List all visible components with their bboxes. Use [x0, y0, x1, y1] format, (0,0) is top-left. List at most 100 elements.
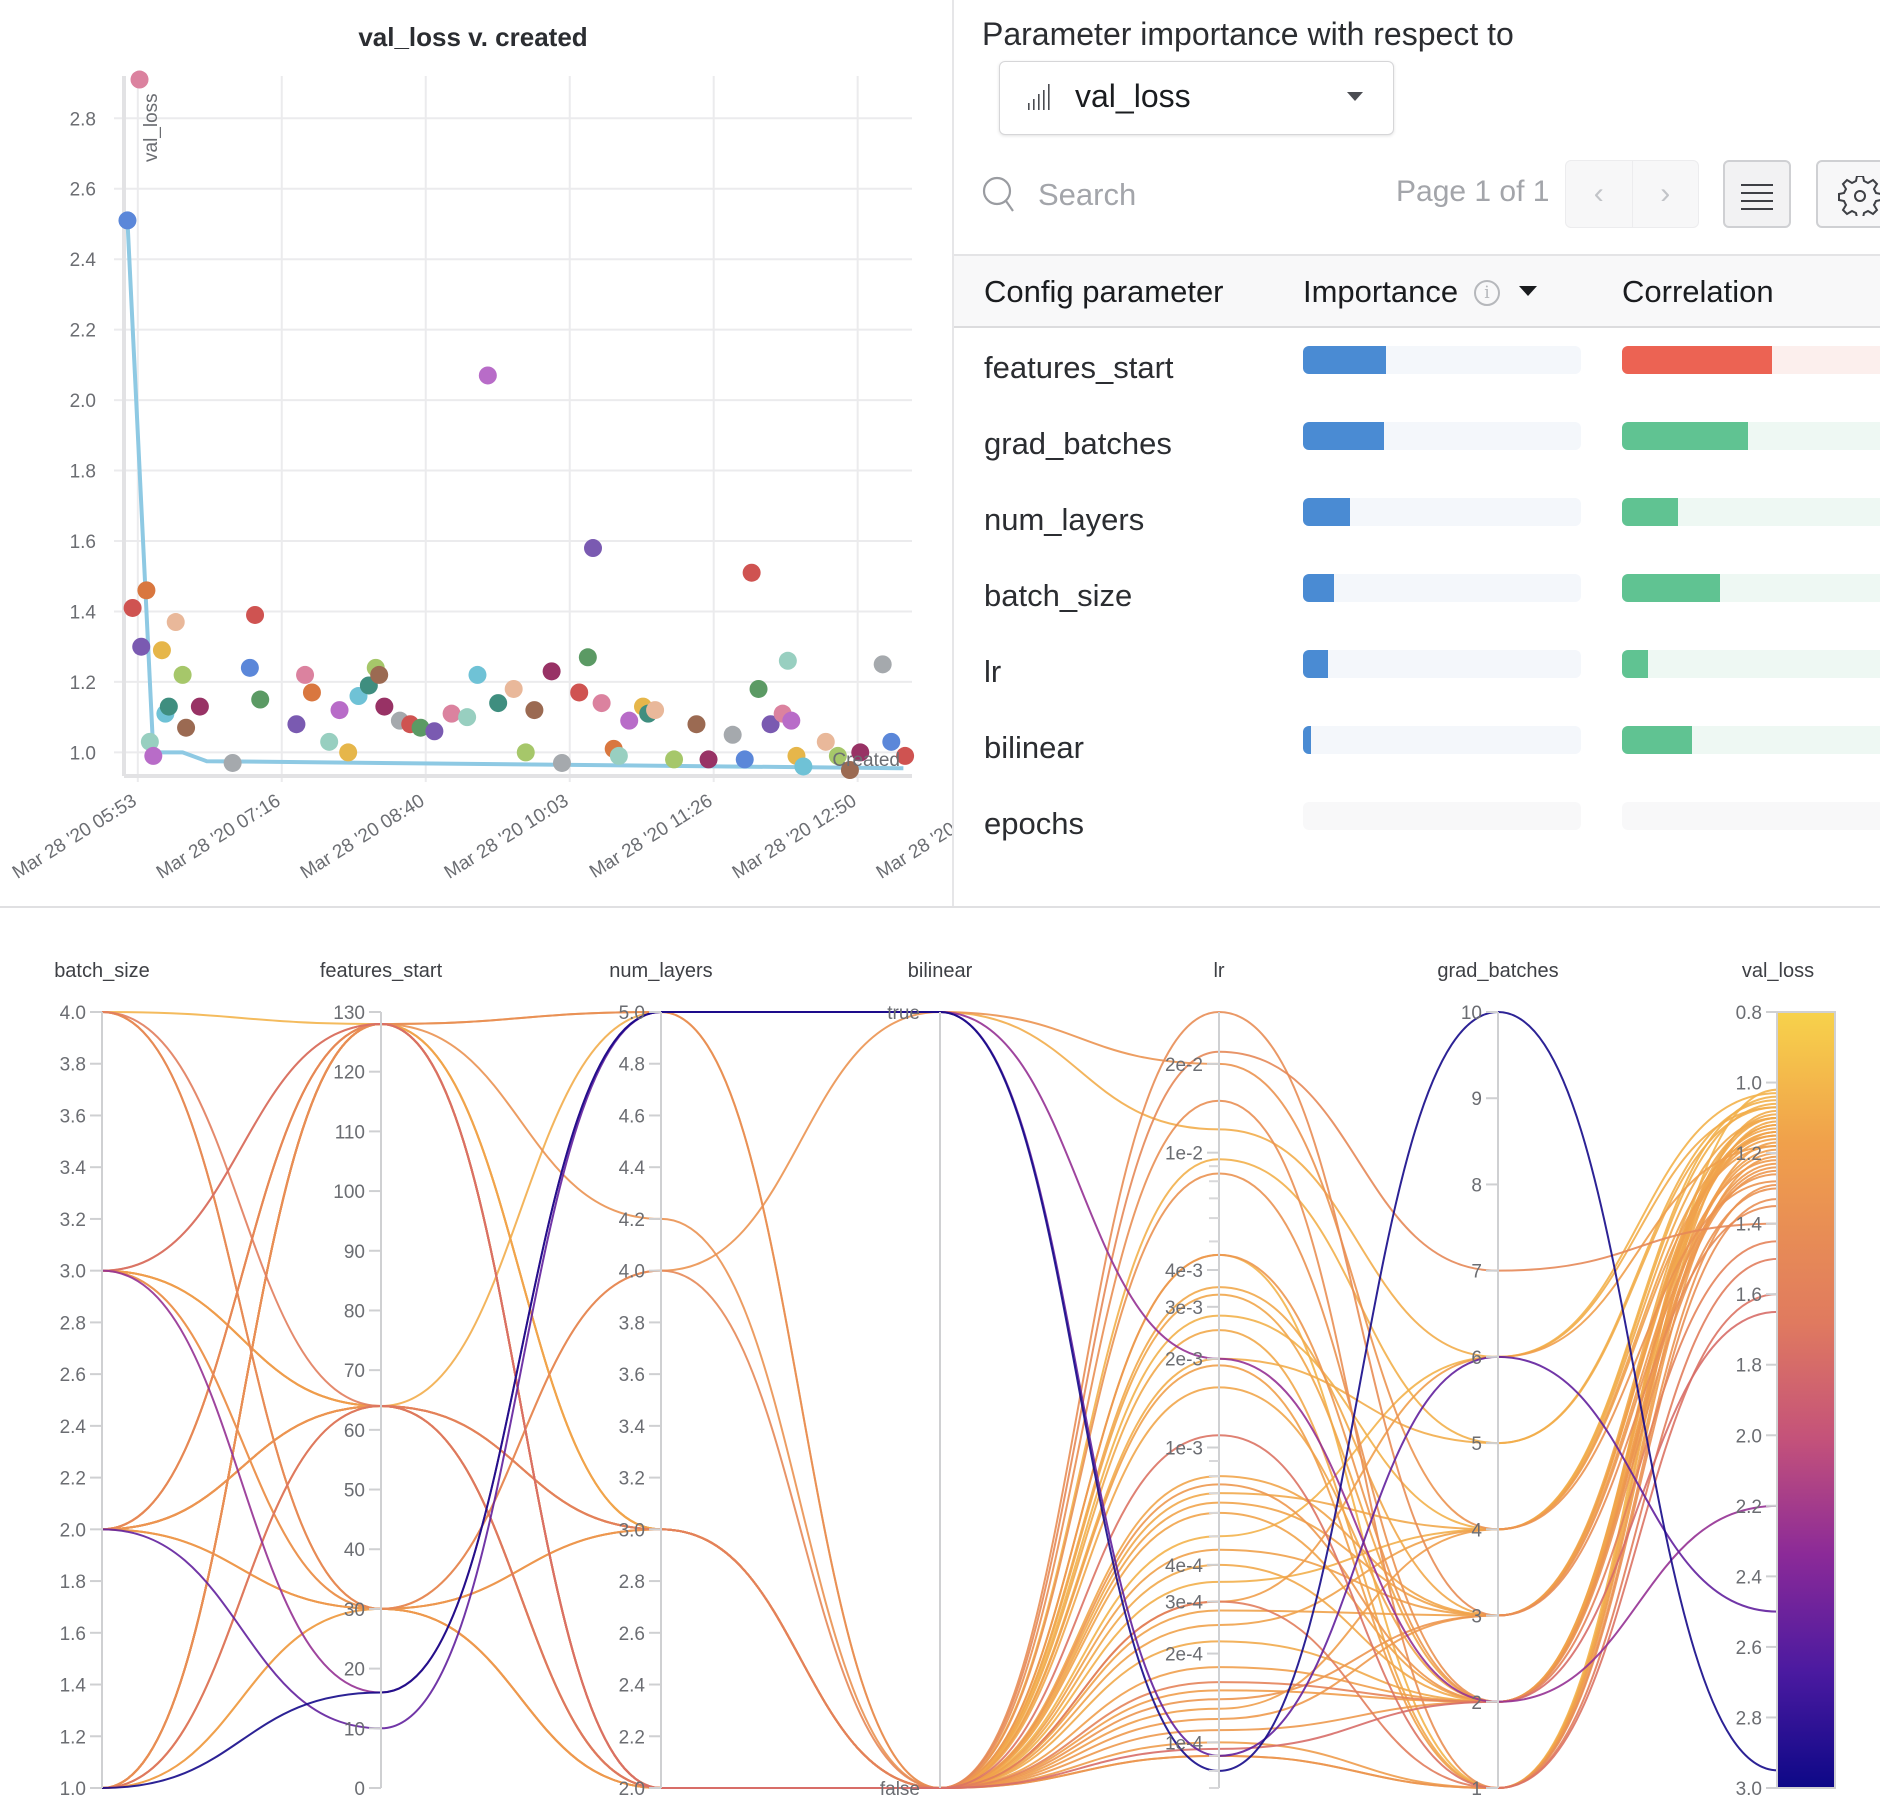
axis-tick-label: 2e-4	[1165, 1645, 1203, 1666]
data-point[interactable]	[251, 690, 270, 709]
data-point[interactable]	[177, 718, 196, 737]
data-point[interactable]	[425, 722, 444, 741]
data-point[interactable]	[516, 743, 535, 762]
axis-tick-label: 60	[344, 1421, 365, 1442]
data-point[interactable]	[570, 683, 589, 702]
search-input[interactable]	[1036, 170, 1340, 220]
table-row[interactable]: bilinear	[954, 716, 1880, 792]
data-point[interactable]	[584, 539, 603, 558]
axis-bilinear[interactable]: bilinear false true	[880, 960, 973, 1800]
data-point[interactable]	[370, 665, 389, 684]
table-row[interactable]: features_start	[954, 336, 1880, 412]
data-point[interactable]	[687, 715, 706, 734]
data-point[interactable]	[302, 683, 321, 702]
axis-val-loss[interactable]: val_loss 0.8 1.0 1.2 1.4 1.6 1.8 2.0 2.2 2.4 2.6 2.…	[1736, 960, 1836, 1800]
data-point[interactable]	[735, 750, 754, 769]
data-point[interactable]	[240, 658, 259, 677]
data-point[interactable]	[152, 641, 171, 660]
data-point[interactable]	[442, 704, 461, 723]
data-point[interactable]	[882, 732, 901, 751]
data-point[interactable]	[504, 679, 523, 698]
data-point[interactable]	[749, 679, 768, 698]
column-header-importance[interactable]: Importance	[1303, 274, 1458, 310]
data-point[interactable]	[144, 746, 163, 765]
val-loss-vs-created-chart[interactable]: val_loss v. created 1.0 1.2 1.4 1.6 1.8 2.0 2.…	[0, 0, 952, 906]
axis-tick-label: 3.2	[60, 1210, 86, 1231]
data-point[interactable]	[592, 694, 611, 713]
data-point[interactable]	[542, 662, 561, 681]
axis-batch-size[interactable]: batch_size 1.0 1.2 1.4 1.6 1.8 2.0 2.2 2.4 2.6 2.8…	[54, 960, 150, 1800]
data-point[interactable]	[190, 697, 209, 716]
chart-title: val_loss v. created	[358, 22, 587, 52]
data-point[interactable]	[552, 753, 571, 772]
settings-button[interactable]	[1816, 160, 1880, 228]
axis-tick-label: 4.0	[60, 1003, 86, 1024]
data-point[interactable]	[478, 366, 497, 385]
data-point[interactable]	[320, 732, 339, 751]
correlation-bar	[1622, 726, 1880, 754]
data-point[interactable]	[166, 613, 185, 632]
data-point[interactable]	[468, 665, 487, 684]
table-row[interactable]: lr	[954, 640, 1880, 716]
axis-tick-label: 4.8	[619, 1055, 645, 1076]
axis-tick-label: 2e-3	[1165, 1350, 1203, 1371]
data-point[interactable]	[223, 753, 242, 772]
data-point[interactable]	[159, 697, 178, 716]
axis-tick-label: 3e-3	[1165, 1298, 1203, 1319]
table-row[interactable]: num_layers	[954, 488, 1880, 564]
data-point[interactable]	[123, 598, 142, 617]
table-row[interactable]: batch_size	[954, 564, 1880, 640]
data-point[interactable]	[246, 605, 265, 624]
data-point[interactable]	[794, 757, 813, 776]
axis-tick-label: 70	[344, 1361, 365, 1382]
data-point[interactable]	[330, 701, 349, 720]
data-point[interactable]	[646, 701, 665, 720]
data-point[interactable]	[173, 665, 192, 684]
data-point[interactable]	[782, 711, 801, 730]
correlation-bar	[1622, 574, 1880, 602]
axis-lr[interactable]: lr 1e-4 2e-4 3e-4 4e-4 1e-3 2e-3 3e-3 4e-3 1e-2 2e…	[1165, 960, 1225, 1789]
prev-page-button[interactable]: ‹	[1566, 161, 1632, 227]
axis-features-start[interactable]: features_start 0 10 20 30 40 50 60 70 80 90 100 110 1…	[320, 960, 443, 1800]
data-point[interactable]	[723, 725, 742, 744]
data-point[interactable]	[578, 648, 597, 667]
axis-tick-label: 4e-3	[1165, 1261, 1203, 1282]
column-header-param[interactable]: Config parameter	[984, 274, 1224, 310]
parallel-coordinates-chart[interactable]: batch_size 1.0 1.2 1.4 1.6 1.8 2.0 2.2 2.4 2.6 2.8…	[0, 908, 1880, 1810]
metric-dropdown[interactable]: val_loss	[999, 61, 1394, 135]
data-point[interactable]	[620, 711, 639, 730]
data-point[interactable]	[525, 701, 544, 720]
sort-descending-icon[interactable]	[1519, 286, 1537, 296]
table-row[interactable]: grad_batches	[954, 412, 1880, 488]
data-point[interactable]	[130, 70, 149, 89]
data-point[interactable]	[287, 715, 306, 734]
data-point[interactable]	[609, 746, 628, 765]
data-point[interactable]	[375, 697, 394, 716]
data-point[interactable]	[778, 651, 797, 670]
importance-bar-fill	[1303, 346, 1387, 374]
data-point[interactable]	[742, 563, 761, 582]
data-point[interactable]	[132, 637, 151, 656]
data-point[interactable]	[699, 750, 718, 769]
data-point[interactable]	[489, 694, 508, 713]
axes: batch_size 1.0 1.2 1.4 1.6 1.8 2.0 2.2 2.4 2.6 2.8…	[54, 960, 1836, 1800]
column-header-correlation[interactable]: Correlation	[1622, 274, 1774, 310]
table-row[interactable]: epochs	[954, 792, 1880, 868]
data-point[interactable]	[339, 743, 358, 762]
list-view-button[interactable]	[1723, 160, 1791, 228]
data-point[interactable]	[118, 211, 137, 230]
data-point[interactable]	[816, 732, 835, 751]
axis-num-layers[interactable]: num_layers 2.0 2.2 2.4 2.6 2.8 3.0 3.2 3.4 3.6 3.8…	[609, 960, 712, 1800]
axis-grad-batches[interactable]: grad_batches 1 2 3 4 5 6 7 8 9 10	[1437, 960, 1558, 1800]
axis-tick-label: 40	[344, 1540, 365, 1561]
data-point[interactable]	[137, 581, 156, 600]
data-point[interactable]	[458, 708, 477, 727]
data-point[interactable]	[296, 665, 315, 684]
axis-tick-label: 2.4	[1736, 1567, 1763, 1588]
y-tick-label: 2.4	[70, 250, 97, 271]
data-point[interactable]	[873, 655, 892, 674]
axis-title: num_layers	[609, 960, 712, 982]
next-page-button[interactable]: ›	[1631, 161, 1699, 227]
data-point[interactable]	[665, 750, 684, 769]
info-icon[interactable]: i	[1474, 280, 1500, 306]
